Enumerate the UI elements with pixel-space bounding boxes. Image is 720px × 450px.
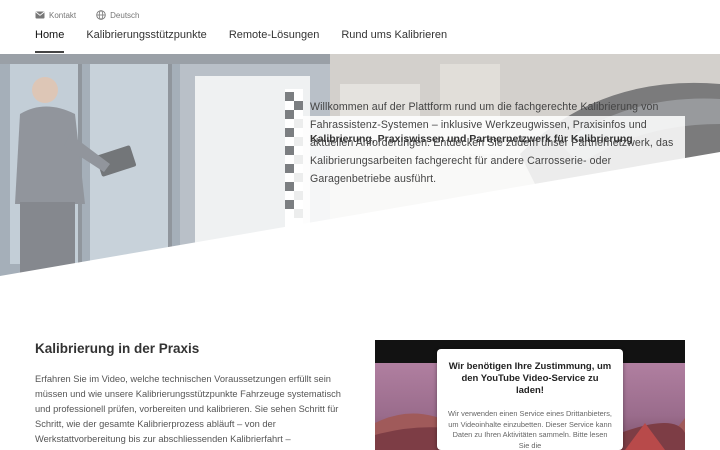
language-label: Deutsch bbox=[110, 10, 140, 20]
section-title: Kalibrierung in der Praxis bbox=[35, 341, 200, 356]
consent-dialog: Wir benötigen Ihre Zustimmung, um den Yo… bbox=[437, 349, 623, 450]
language-switch[interactable]: Deutsch bbox=[96, 10, 140, 20]
mail-icon bbox=[35, 11, 45, 19]
nav-item-remote-loesungen[interactable]: Remote-Lösungen bbox=[229, 29, 320, 51]
section-description: Erfahren Sie im Video, welche technische… bbox=[35, 374, 341, 444]
nav-item-home[interactable]: Home bbox=[35, 29, 65, 53]
consent-title: Wir benötigen Ihre Zustimmung, um den Yo… bbox=[448, 361, 612, 396]
main-nav: Home Kalibrierungsstützpunkte Remote-Lös… bbox=[35, 29, 447, 53]
consent-text: Wir verwenden einen Service eines Dritta… bbox=[448, 409, 612, 450]
nav-item-kalibrierungsstuetzpunkte[interactable]: Kalibrierungsstützpunkte bbox=[86, 29, 206, 51]
utility-bar: Kontakt Deutsch bbox=[35, 8, 140, 22]
video-embed[interactable]: Wir benötigen Ihre Zustimmung, um den Yo… bbox=[375, 340, 685, 450]
contact-label: Kontakt bbox=[49, 10, 77, 20]
hero-description: Willkommen auf der Plattform rund um die… bbox=[310, 101, 674, 185]
nav-item-rund-ums-kalibrieren[interactable]: Rund ums Kalibrieren bbox=[341, 29, 447, 51]
contact-link[interactable]: Kontakt bbox=[35, 11, 76, 20]
globe-icon bbox=[96, 10, 106, 20]
